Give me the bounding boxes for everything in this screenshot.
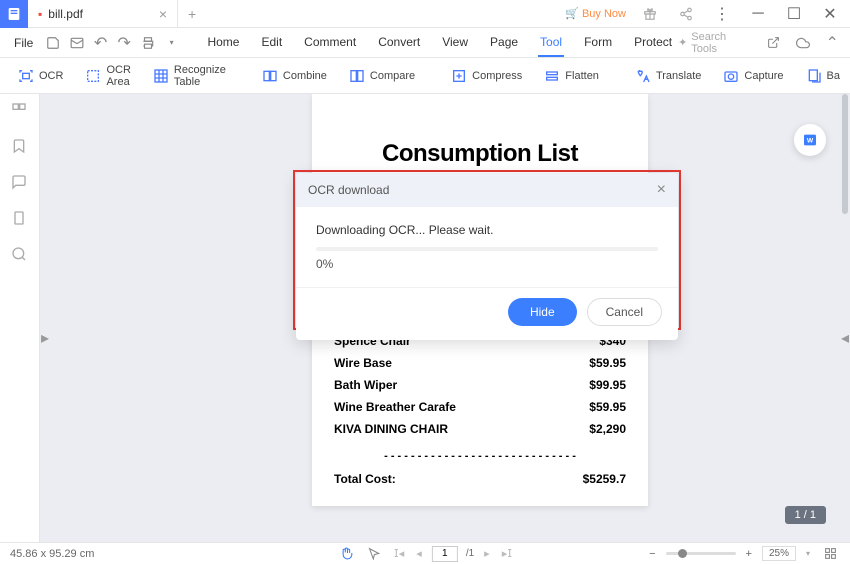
menu-comment[interactable]: Comment — [302, 29, 358, 57]
attachment-icon[interactable] — [11, 210, 29, 228]
zoom-in-icon[interactable]: + — [746, 548, 752, 560]
thumbnails-icon[interactable] — [11, 102, 29, 120]
zoom-out-icon[interactable]: − — [649, 548, 655, 560]
hand-tool-icon[interactable] — [336, 544, 356, 564]
search-tools[interactable]: ✦ Search Tools — [678, 31, 753, 55]
vertical-scrollbar[interactable] — [842, 94, 848, 542]
menu-convert[interactable]: Convert — [376, 29, 422, 57]
menu-tool[interactable]: Tool — [538, 29, 564, 57]
ocr-icon — [18, 68, 34, 84]
compress-button[interactable]: Compress — [443, 64, 530, 88]
close-tab-icon[interactable]: × — [159, 6, 167, 22]
svg-text:W: W — [807, 138, 814, 145]
list-item: KIVA DINING CHAIR$2,290 — [334, 418, 626, 440]
tab-filename: bill.pdf — [48, 7, 83, 21]
dialog-title: OCR download — [308, 183, 389, 197]
total-label: Total Cost: — [334, 472, 396, 486]
list-item: Wine Breather Carafe$59.95 — [334, 396, 626, 418]
page-total: /1 — [466, 548, 474, 559]
progress-bar — [316, 247, 658, 251]
redo-icon[interactable]: ↷ — [114, 33, 134, 53]
total-value: $5259.7 — [583, 472, 626, 486]
dialog-message: Downloading OCR... Please wait. — [316, 223, 658, 237]
ocr-area-button[interactable]: OCR Area — [77, 60, 138, 92]
flatten-button[interactable]: Flatten — [536, 64, 607, 88]
menu-home[interactable]: Home — [205, 29, 241, 57]
recognize-table-button[interactable]: Recognize Table — [145, 60, 234, 92]
page-number-input[interactable] — [432, 546, 458, 562]
first-page-icon[interactable]: 𝖨◂ — [392, 547, 406, 560]
select-tool-icon[interactable] — [364, 544, 384, 564]
zoom-dropdown-icon[interactable]: ▾ — [806, 549, 810, 558]
menu-form[interactable]: Form — [582, 29, 614, 57]
separator-line: - - - - - - - - - - - - - - - - - - - - … — [334, 450, 626, 462]
list-item: Wire Base$59.95 — [334, 352, 626, 374]
mail-icon[interactable] — [67, 33, 87, 53]
open-external-icon[interactable] — [763, 33, 783, 53]
minimize-button[interactable]: ─ — [746, 2, 770, 26]
wand-icon: ✦ — [678, 36, 687, 49]
ocr-area-icon — [85, 68, 101, 84]
cart-icon: 🛒 — [565, 7, 579, 20]
hide-button[interactable]: Hide — [508, 298, 577, 326]
page-indicator: 1 / 1 — [785, 506, 826, 524]
ocr-button[interactable]: OCR — [10, 64, 71, 88]
comment-icon[interactable] — [11, 174, 29, 192]
kebab-menu-icon[interactable]: ⋮ — [710, 2, 734, 26]
close-window-button[interactable]: ✕ — [818, 2, 842, 26]
translate-button[interactable]: Translate — [627, 64, 709, 88]
last-page-icon[interactable]: ▸𝖨 — [500, 547, 514, 560]
combine-icon — [262, 68, 278, 84]
document-title: Consumption List — [334, 140, 626, 168]
table-icon — [153, 68, 169, 84]
share-icon[interactable] — [674, 2, 698, 26]
next-page-icon[interactable]: ▸ — [482, 547, 492, 560]
app-logo — [0, 0, 28, 28]
menu-edit[interactable]: Edit — [259, 29, 284, 57]
progress-percent: 0% — [316, 257, 658, 271]
undo-icon[interactable]: ↶ — [91, 33, 111, 53]
save-icon[interactable] — [43, 33, 63, 53]
compare-button[interactable]: Compare — [341, 64, 423, 88]
capture-icon — [723, 68, 739, 84]
new-tab-button[interactable]: + — [178, 6, 206, 22]
cloud-icon[interactable] — [793, 33, 813, 53]
compress-icon — [451, 68, 467, 84]
bookmark-icon[interactable] — [11, 138, 29, 156]
expand-left-icon[interactable]: ▸ — [40, 318, 50, 358]
compare-icon — [349, 68, 365, 84]
maximize-button[interactable]: ☐ — [782, 2, 806, 26]
menu-view[interactable]: View — [440, 29, 470, 57]
document-tab[interactable]: ▪ bill.pdf × — [28, 0, 178, 27]
menu-page[interactable]: Page — [488, 29, 520, 57]
menu-protect[interactable]: Protect — [632, 29, 674, 57]
capture-button[interactable]: Capture — [715, 64, 791, 88]
file-menu[interactable]: File — [8, 32, 39, 54]
list-item: Bath Wiper$99.95 — [334, 374, 626, 396]
prev-page-icon[interactable]: ◂ — [414, 547, 424, 560]
fit-page-icon[interactable] — [820, 544, 840, 564]
zoom-slider[interactable] — [666, 552, 736, 555]
batch-icon — [806, 68, 822, 84]
zoom-value[interactable]: 25% — [762, 546, 796, 561]
export-word-badge[interactable]: W — [794, 124, 826, 156]
translate-icon — [635, 68, 651, 84]
ocr-download-dialog: OCR download × Downloading OCR... Please… — [296, 173, 678, 340]
buy-now-link[interactable]: 🛒 Buy Now — [565, 7, 626, 20]
status-dimensions: 45.86 x 95.29 cm — [10, 548, 94, 560]
combine-button[interactable]: Combine — [254, 64, 335, 88]
search-panel-icon[interactable] — [11, 246, 29, 264]
cancel-button[interactable]: Cancel — [587, 298, 662, 326]
collapse-ribbon-icon[interactable]: ⌃ — [822, 33, 842, 53]
print-dropdown-icon[interactable]: ▾ — [162, 33, 182, 53]
gift-icon[interactable] — [638, 2, 662, 26]
dialog-close-icon[interactable]: × — [657, 181, 666, 199]
flatten-icon — [544, 68, 560, 84]
batch-button[interactable]: Ba — [798, 64, 848, 88]
print-icon[interactable] — [138, 33, 158, 53]
